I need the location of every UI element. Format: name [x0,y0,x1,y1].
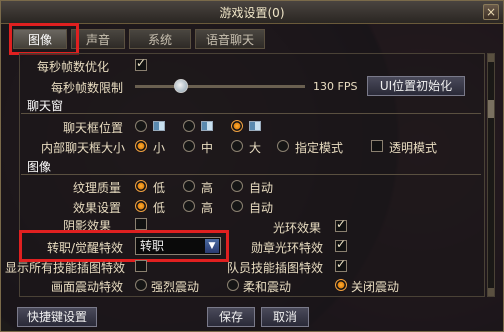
chat-size-medium-label: 中 [201,141,214,155]
settings-scrollbar[interactable] [487,53,495,297]
scroll-thumb[interactable] [488,100,494,118]
party-skill-illustration-checkbox[interactable] [335,257,347,272]
all-skill-illustration-label: 显示所有技能插图特效 [5,261,126,275]
effects-auto-label: 自动 [249,201,274,215]
effects-auto-radio[interactable] [231,200,243,212]
shake-strong-label: 强烈震动 [151,280,200,294]
settings-window: 游戏设置(0) × 图像 声音 系统 语音聊天 每秒帧数优化 每秒帧数限制 13… [0,0,504,332]
texture-high-label: 高 [201,181,214,195]
texture-low-label: 低 [153,181,166,195]
tab-voice-chat[interactable]: 语音聊天 [195,29,265,49]
texture-low-radio[interactable] [135,180,147,192]
title-bar[interactable]: 游戏设置(0) × [1,1,503,24]
scroll-up-arrow[interactable] [488,54,494,62]
chat-size-large-label: 大 [249,141,262,155]
fps-optimize-label: 每秒帧数优化 [37,60,110,74]
shake-strong-radio[interactable] [135,279,147,291]
chat-size-large-radio[interactable] [231,140,243,152]
texture-quality-label: 纹理质量 [73,181,122,195]
screen-shake-label: 画面震动特效 [51,280,124,294]
chat-transparent-label: 透明模式 [389,141,438,155]
close-icon[interactable]: × [483,4,499,20]
chat-size-small-radio[interactable] [135,140,147,152]
cancel-button[interactable]: 取消 [261,307,309,327]
inner-chat-size-label: 内部聊天框大小 [41,141,126,155]
texture-auto-label: 自动 [249,181,274,195]
save-button[interactable]: 保存 [207,307,255,327]
shake-soft-label: 柔和震动 [243,280,292,294]
chat-position-2-icon [201,121,213,131]
chat-size-small-label: 小 [153,141,166,155]
chat-position-radio-1[interactable] [135,120,147,132]
effects-setting-label: 效果设置 [73,201,122,215]
shortcut-settings-button[interactable]: 快捷键设置 [17,307,97,327]
chat-custom-mode-label: 指定模式 [295,141,344,155]
fps-limit-slider-knob[interactable] [173,79,188,93]
halo-effect-checkbox[interactable] [335,217,347,232]
chat-size-medium-radio[interactable] [183,140,195,152]
chat-transparent-checkbox[interactable] [371,140,383,152]
tab-highlight-box [9,23,79,55]
medal-halo-effect-checkbox[interactable] [335,237,347,252]
chat-position-1-icon [153,121,165,131]
tab-system[interactable]: 系统 [129,29,191,49]
shadow-effect-checkbox[interactable] [135,218,147,230]
window-title: 游戏设置(0) [219,6,285,20]
reset-ui-position-button[interactable]: UI位置初始化 [367,76,465,96]
effects-low-radio[interactable] [135,200,147,212]
effects-high-label: 高 [201,201,214,215]
halo-effect-label: 光环效果 [273,221,322,235]
chat-position-radio-2[interactable] [183,120,195,132]
fps-limit-label: 每秒帧数限制 [51,81,124,95]
shake-off-label: 关闭震动 [351,280,400,294]
chat-section-divider [21,113,481,114]
shake-off-radio[interactable] [335,279,347,291]
chat-position-3-icon [249,121,261,131]
texture-auto-radio[interactable] [231,180,243,192]
scroll-down-arrow[interactable] [488,288,494,296]
fps-optimize-checkbox[interactable] [135,56,147,71]
medal-halo-effect-label: 勋章光环特效 [251,241,324,255]
chat-custom-mode-radio[interactable] [277,140,289,152]
texture-high-radio[interactable] [183,180,195,192]
fps-limit-value: 130 FPS [313,80,358,93]
chat-position-radio-3[interactable] [231,120,243,132]
image-section-title: 图像 [27,160,52,174]
transfer-highlight-box [19,230,229,262]
shake-soft-radio[interactable] [227,279,239,291]
tab-sound[interactable]: 声音 [71,29,125,49]
all-skill-illustration-checkbox[interactable] [135,260,147,272]
image-section-divider [21,174,481,175]
fps-limit-slider-track[interactable] [135,85,305,88]
chat-box-position-label: 聊天框位置 [63,121,124,135]
party-skill-illustration-label: 队员技能插图特效 [227,261,324,275]
effects-low-label: 低 [153,201,166,215]
effects-high-radio[interactable] [183,200,195,212]
chat-section-title: 聊天窗 [27,99,64,113]
